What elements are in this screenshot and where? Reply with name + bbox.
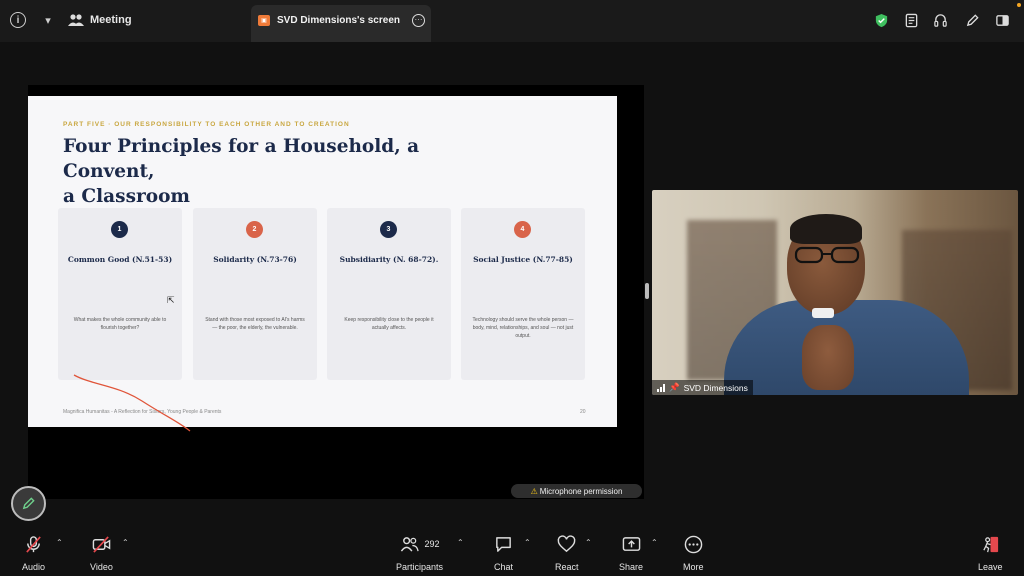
shared-screen: PART FIVE · OUR RESPONSIBILITY TO EACH O… [28, 85, 644, 499]
slide-page-number: 20 [580, 409, 586, 415]
chat-label: Chat [494, 562, 514, 572]
principle-card: 1 Common Good (N.51-53) What makes the w… [58, 208, 182, 380]
screen-share-icon: ▣ [258, 15, 270, 26]
principle-card: 3 Subsidiarity (N. 68-72). Keep responsi… [327, 208, 451, 380]
slide-kicker: PART FIVE · OUR RESPONSIBILITY TO EACH O… [63, 121, 350, 128]
card-body: Keep responsibility close to the people … [344, 317, 434, 331]
card-body: Technology should serve the whole person… [472, 317, 574, 339]
slide-title-line1: Four Principles for a Household, a Conve… [63, 136, 420, 182]
clerical-collar [812, 308, 834, 318]
participants-icon: 292 [400, 534, 440, 554]
card-number: 4 [514, 221, 531, 238]
participant-name: SVD Dimensions [683, 382, 748, 393]
principle-card: 4 Social Justice (N.77-85) Technology sh… [461, 208, 585, 380]
pencil-icon [22, 497, 35, 510]
leave-button[interactable]: Leave [978, 534, 1003, 572]
notification-dot [1017, 3, 1021, 7]
leave-icon [981, 534, 1000, 554]
annotation-stroke [73, 374, 191, 432]
audio-button[interactable]: Audio [22, 534, 45, 572]
muted-microphone-icon [24, 534, 43, 554]
card-body: What makes the whole community able to f… [73, 317, 167, 331]
video-button[interactable]: Video [90, 534, 113, 572]
screen-share-tab[interactable]: ▣ SVD Dimensions's screen ··· [251, 5, 431, 42]
annotate-button[interactable] [11, 486, 46, 521]
slide-title: Four Principles for a Household, a Conve… [63, 134, 493, 209]
resize-handle[interactable] [645, 283, 649, 299]
audio-label: Audio [22, 562, 46, 572]
person-hair [790, 214, 862, 244]
card-number: 3 [380, 221, 397, 238]
react-button[interactable]: React [555, 534, 579, 572]
microphone-permission-notice[interactable]: ⚠ Microphone permission [511, 484, 642, 498]
notes-icon[interactable] [903, 12, 919, 28]
people-icon [68, 14, 84, 26]
card-title: Solidarity (N.73-76) [213, 255, 297, 264]
person-hands [802, 325, 854, 390]
microphone-permission-label: Microphone permission [539, 486, 623, 496]
react-options-caret[interactable]: ⌃ [585, 538, 592, 547]
card-number: 1 [111, 221, 128, 238]
glasses [794, 246, 860, 264]
chat-icon [494, 534, 513, 554]
mouse-cursor-icon: ⇱ [167, 295, 175, 305]
meeting-button[interactable]: Meeting [68, 10, 132, 30]
headset-icon[interactable] [932, 12, 948, 28]
presentation-slide: PART FIVE · OUR RESPONSIBILITY TO EACH O… [28, 96, 617, 432]
principle-card: 2 Solidarity (N.73-76) Stand with those … [193, 208, 317, 380]
heart-icon [557, 534, 576, 554]
participants-button[interactable]: 292 Participants [396, 534, 443, 572]
card-title: Common Good (N.51-53) [67, 255, 173, 264]
more-icon [684, 534, 703, 554]
chat-options-caret[interactable]: ⌃ [524, 538, 531, 547]
audio-options-caret[interactable]: ⌃ [56, 538, 63, 547]
share-label: Share [619, 562, 644, 572]
participants-options-caret[interactable]: ⌃ [457, 538, 464, 547]
sidebar-icon[interactable] [994, 12, 1010, 28]
shield-check-icon[interactable] [873, 12, 889, 28]
pencil-icon[interactable] [964, 12, 980, 28]
more-button[interactable]: More [683, 534, 704, 572]
participants-count: 292 [424, 539, 440, 549]
signal-bars-icon [657, 383, 665, 392]
video-options-caret[interactable]: ⌃ [122, 538, 129, 547]
react-label: React [555, 562, 579, 572]
pin-icon: 📌 [669, 382, 680, 392]
participants-label: Participants [396, 562, 444, 572]
video-off-icon [92, 534, 111, 554]
more-label: More [683, 562, 704, 572]
participant-video[interactable]: 📌 SVD Dimensions [652, 190, 1018, 395]
share-options-caret[interactable]: ⌃ [651, 538, 658, 547]
meeting-toolbar: Audio ⌃ Video ⌃ 292 Participants ⌃ Chat … [0, 528, 1024, 576]
screen-tab-label: SVD Dimensions's screen [277, 15, 400, 26]
more-options-icon[interactable]: ··· [412, 14, 425, 27]
share-button[interactable]: Share [619, 534, 643, 572]
participant-name-tag: 📌 SVD Dimensions [652, 380, 753, 395]
top-bar: i ▾ Meeting ▣ SVD Dimensions's screen ··… [0, 0, 1024, 42]
slide-title-line2: a Classroom [63, 186, 190, 207]
info-icon[interactable]: i [10, 12, 26, 28]
chat-button[interactable]: Chat [494, 534, 513, 572]
warning-icon: ⚠ [530, 486, 538, 496]
leave-label: Leave [978, 562, 1003, 572]
card-title: Subsidiarity (N. 68-72). [339, 255, 439, 264]
chevron-down-icon[interactable]: ▾ [40, 12, 56, 28]
card-body: Stand with those most exposed to AI's ha… [205, 317, 305, 331]
card-title: Social Justice (N.77-85) [473, 255, 573, 264]
share-screen-icon [622, 534, 641, 554]
video-label: Video [90, 562, 113, 572]
meeting-label: Meeting [90, 14, 132, 26]
card-number: 2 [246, 221, 263, 238]
